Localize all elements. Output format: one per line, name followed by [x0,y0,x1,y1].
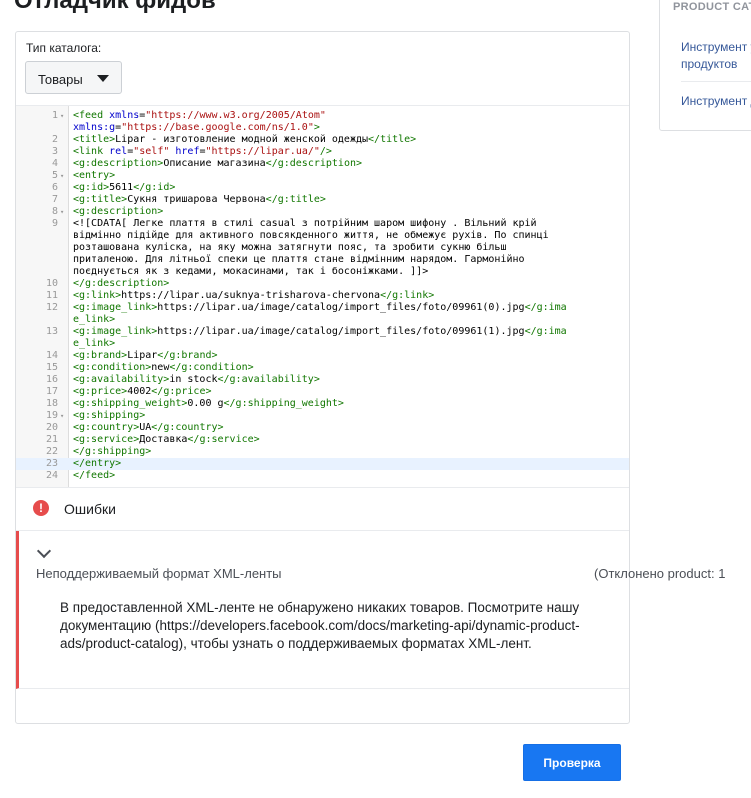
code-line: 20 <g:country>UA</g:country> [16,422,629,434]
code-line: 19 ▾ <g:shipping> [16,410,629,422]
code-line: 21 <g:service>Доставка</g:service> [16,434,629,446]
code-line: 10 </g:description> [16,278,629,290]
side-panel-header: PRODUCT CAT [673,1,751,13]
line-number: 22 [45,446,58,457]
product-catalog-panel: PRODUCT CAT Инструмент у продуктов Инстр… [659,0,751,131]
code-text: <feed xmlns="https://www.w3.org/2005/Ato… [73,110,326,133]
code-text: <g:condition>new</g:condition> [73,362,254,373]
code-text: <g:shipping> [73,410,146,421]
check-button[interactable]: Проверка [523,744,621,781]
code-line: 1 ▾ <feed xmlns="https://www.w3.org/2005/A… [16,110,629,134]
line-number: 6 [51,182,58,193]
fold-toggle-icon[interactable]: ▾ [60,206,64,218]
code-text: </g:shipping> [73,446,152,457]
line-number: 5 [51,170,58,181]
errors-header: ! Ошибки [16,488,629,531]
code-text: </g:description> [73,278,170,289]
code-line: 2 <title>Lipar - изготовление модной женс… [16,134,629,146]
error-icon: ! [33,500,49,516]
code-text: <g:price>4002</g:price> [73,386,212,397]
line-number: 3 [51,146,58,157]
code-line: 23 </entry> [16,458,629,470]
code-line: 17 <g:price>4002</g:price> [16,386,629,398]
side-panel-divider [681,81,751,82]
code-text: </entry> [73,458,122,469]
code-text: <g:link>https://lipar.ua/suknya-trisharo… [73,290,435,301]
code-line: 11 <g:link>https://lipar.ua/suknya-trisha… [16,290,629,302]
line-number: 8 [51,206,58,217]
code-line: 18 <g:shipping_weight>0.00 g</g:shipping_… [16,398,629,410]
code-text: <g:brand>Lipar</g:brand> [73,350,218,361]
line-number: 24 [45,470,58,481]
xml-code-editor[interactable]: 1 ▾ <feed xmlns="https://www.w3.org/2005/A… [16,105,629,488]
line-number: 23 [16,458,58,470]
error-rejected-count: (Отклонено product: 1 [594,566,726,581]
error-description: В предоставленной XML-ленте не обнаружен… [60,600,580,651]
code-text: <g:description> [73,206,164,217]
code-text: <g:image_link>https://lipar.ua/image/cat… [73,326,567,349]
line-number: 19 [45,410,58,421]
side-link-tool-other[interactable]: Инструмент д [681,93,751,110]
code-text: <entry> [73,170,116,181]
code-text: <link rel="self" href="https://lipar.ua/… [73,146,332,157]
code-line: 22 </g:shipping> [16,446,629,458]
errors-title: Ошибки [64,501,116,517]
code-text: <g:id>5611</g:id> [73,182,176,193]
code-line: 7 <g:title>Сукня тришарова Червона</g:tit… [16,194,629,206]
code-text: <g:service>Доставка</g:service> [73,434,260,445]
line-number: 13 [45,326,58,337]
code-text: <g:image_link>https://lipar.ua/image/cat… [73,302,567,325]
line-number: 15 [45,362,58,373]
chevron-down-icon[interactable] [36,543,52,559]
line-number: 21 [45,434,58,445]
code-line: 16 <g:availability>in stock</g:availabili… [16,374,629,386]
code-line: 13 <g:image_link>https://lipar.ua/image/c… [16,326,629,350]
line-number: 7 [51,194,58,205]
fold-toggle-icon[interactable]: ▾ [60,110,64,122]
catalog-type-dropdown[interactable]: Товары [25,61,122,94]
line-number: 12 [45,302,58,313]
code-line: 14 <g:brand>Lipar</g:brand> [16,350,629,362]
code-text: <g:availability>in stock</g:availability… [73,374,320,385]
code-line: 8 ▾ <g:description> [16,206,629,218]
line-number: 10 [45,278,58,289]
line-number: 17 [45,386,58,397]
code-line: 12 <g:image_link>https://lipar.ua/image/c… [16,302,629,326]
code-line: 4 <g:description>Описание магазина</g:des… [16,158,629,170]
code-line: 24 </feed> [16,470,629,482]
code-text: <![CDATA[ Легке плаття в стилі casual з … [73,218,549,277]
line-number: 2 [51,134,58,145]
code-line: 5 ▾ <entry> [16,170,629,182]
code-text: <g:shipping_weight>0.00 g</g:shipping_we… [73,398,344,409]
fold-toggle-icon[interactable]: ▾ [60,170,64,182]
line-number: 1 [51,110,58,121]
code-line: 15 <g:condition>new</g:condition> [16,362,629,374]
code-text: </feed> [73,470,116,481]
code-line: 3 <link rel="self" href="https://lipar.ua… [16,146,629,158]
error-item: Неподдерживаемый формат XML-ленты (Откло… [16,531,725,689]
error-title: Неподдерживаемый формат XML-ленты [36,566,282,581]
feed-debugger-card: Тип каталога: Товары 1 ▾ <feed xmlns="http… [15,31,725,724]
line-number: 16 [45,374,58,385]
code-text: <g:description>Описание магазина</g:desc… [73,158,362,169]
line-number: 9 [51,218,58,229]
line-number: 11 [45,290,58,301]
code-line: 6 <g:id>5611</g:id> [16,182,629,194]
page-title: Отладчик фидов [14,0,216,14]
catalog-type-label: Тип каталога: [26,41,102,55]
code-line: 9 <![CDATA[ Легке плаття в стилі casual з… [16,218,629,278]
code-text: <g:country>UA</g:country> [73,422,224,433]
line-number: 14 [45,350,58,361]
code-text: <title>Lipar - изготовление модной женск… [73,134,417,145]
line-number: 20 [45,422,58,433]
code-text: <g:title>Сукня тришарова Червона</g:titl… [73,194,326,205]
catalog-type-value: Товары [38,72,83,87]
fold-toggle-icon[interactable]: ▾ [60,410,64,422]
line-number: 18 [45,398,58,409]
side-link-tool-products[interactable]: Инструмент у продуктов [681,39,751,73]
caret-down-icon [97,75,109,82]
line-number: 4 [51,158,58,169]
